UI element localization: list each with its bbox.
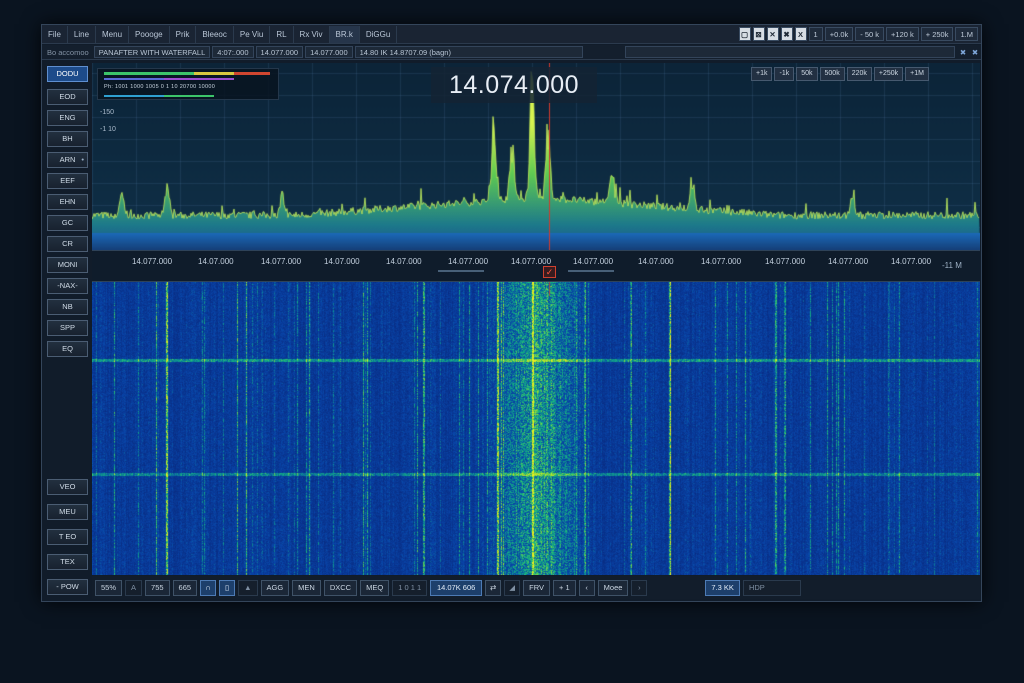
span-50k[interactable]: 50k xyxy=(796,67,818,81)
menu-bar: File Line Menu Poooge Prik Bleeoc Pe Viu… xyxy=(42,25,981,44)
menu-rl[interactable]: RL xyxy=(270,25,294,43)
rate-readout[interactable]: 7.3 KK xyxy=(705,579,740,596)
freq-field-b[interactable]: 14.077.000 xyxy=(255,46,304,58)
sidebar-button-nax[interactable]: -NAX- xyxy=(47,278,88,294)
sidebar-button-label: ARN xyxy=(59,155,76,164)
step-button-120k[interactable]: +120 k xyxy=(886,27,919,41)
menu-rx-viv[interactable]: Rx Viv xyxy=(294,25,330,43)
mode-select[interactable]: Moee xyxy=(597,579,629,596)
display-icon[interactable]: ▯ xyxy=(219,579,236,596)
dot-icon: • xyxy=(81,155,84,164)
span-220k[interactable]: 220k xyxy=(846,67,872,81)
step-button-1m[interactable]: 1.M xyxy=(955,27,978,41)
tuning-marker-icon[interactable]: ✓ xyxy=(543,266,556,278)
sidebar-button-teo[interactable]: T EO xyxy=(47,529,88,545)
menu-prik[interactable]: Prik xyxy=(170,25,197,43)
dxcc-button[interactable]: DXCC xyxy=(323,579,358,596)
freq-field-a[interactable]: 4:07:.000 xyxy=(212,46,254,58)
sidebar-button-arn[interactable]: ARN • xyxy=(47,152,88,168)
db-label-second: -1 10 xyxy=(100,126,116,133)
toolbar-empty-field[interactable] xyxy=(625,46,955,58)
sidebar-button-gc[interactable]: GC xyxy=(47,215,88,231)
cross-icon[interactable]: ✕ xyxy=(766,27,779,41)
agc-button[interactable]: AGG xyxy=(260,579,290,596)
meq-button[interactable]: MEQ xyxy=(360,579,390,596)
toolbar: Bo accomoo PANAFTER WITH WATERFALL 4:07:… xyxy=(42,45,981,60)
x-icon[interactable]: X xyxy=(794,27,807,41)
step-button-50k[interactable]: - 50 k xyxy=(855,27,885,41)
menubar-right-group: ▢ ⊠ ✕ ✖ X 1 +0.0k - 50 k +120 k + 250k 1… xyxy=(738,27,981,41)
sidebar-button-eef[interactable]: EEF xyxy=(47,173,88,189)
view-name-field[interactable]: PANAFTER WITH WATERFALL xyxy=(93,46,211,58)
menu-pe-viu[interactable]: Pe Viu xyxy=(234,25,271,43)
app-window: File Line Menu Poooge Prik Bleeoc Pe Viu… xyxy=(41,24,982,602)
men-button[interactable]: MEN xyxy=(292,579,321,596)
span-plus-1m[interactable]: +1M xyxy=(905,67,929,81)
step-button-0[interactable]: +0.0k xyxy=(824,27,854,41)
menu-bleeoc[interactable]: Bleeoc xyxy=(196,25,234,43)
bottom-toolbar: 55% A 755 665 ∩ ▯ ▲ AGG MEN DXCC MEQ 1 0… xyxy=(92,576,980,599)
mode-a-button[interactable]: A xyxy=(125,579,143,596)
swap-icon[interactable]: ⇄ xyxy=(485,579,502,596)
toolbar-label: Bo accomoo xyxy=(47,47,89,57)
passband-indicator xyxy=(438,270,614,272)
freq-range-field[interactable]: 14.80 IK 14.8707.09 (bagn) xyxy=(354,46,583,58)
value-field-755[interactable]: 755 xyxy=(145,579,170,596)
signal-icon[interactable]: ◢ xyxy=(504,579,521,596)
headphone-icon[interactable]: ∩ xyxy=(200,579,217,596)
volume-percent[interactable]: 55% xyxy=(95,579,123,596)
hdp-field[interactable]: HDP xyxy=(742,579,801,596)
frv-button[interactable]: FRV xyxy=(523,579,551,596)
plus-one-button[interactable]: + 1 xyxy=(553,579,576,596)
frequency-readout[interactable]: 14.07K 606 xyxy=(430,579,483,596)
sidebar-button-veo[interactable]: VEO xyxy=(47,479,88,495)
menu-diggu[interactable]: DiGGu xyxy=(360,25,398,43)
sidebar-button-moni[interactable]: MONI xyxy=(47,257,88,273)
menu-poooge[interactable]: Poooge xyxy=(129,25,170,43)
sidebar-button-dodu[interactable]: DODU xyxy=(47,66,88,82)
span-buttons: +1k -1k 50k 500k 220k +250k +1M xyxy=(751,67,929,81)
sidebar: DODU EOD ENG BH ARN • EEF EHN GC CR MONI … xyxy=(45,63,92,599)
step-readout[interactable]: 1 0 1 1 xyxy=(392,579,428,596)
frequency-scale[interactable]: 14.077.000 14.07.000 14.077.000 14.07.00… xyxy=(92,250,980,282)
sidebar-button-eq[interactable]: EQ xyxy=(47,341,88,357)
display-area: Ph: 1001 1000 1005 0 1 10 20700 10000 -1… xyxy=(92,63,980,575)
value-field-665[interactable]: 665 xyxy=(172,579,198,596)
vfo-frequency-display[interactable]: 14.074.000 xyxy=(431,67,597,103)
sidebar-button-cr[interactable]: CR xyxy=(47,236,88,252)
menu-brk[interactable]: BR.k xyxy=(329,25,360,43)
freq-field-c[interactable]: 14.077.000 xyxy=(305,46,353,58)
tune-icon[interactable]: ⊠ xyxy=(752,27,765,41)
menu-file[interactable]: File xyxy=(42,25,68,43)
step-button-250k[interactable]: + 250k xyxy=(920,27,954,41)
close-alt-icon[interactable]: ✖ xyxy=(969,48,981,57)
sidebar-button-eng[interactable]: ENG xyxy=(47,110,88,126)
span-plus-1k[interactable]: +1k xyxy=(751,67,773,81)
chevron-left-icon[interactable]: ‹ xyxy=(578,579,595,596)
number-field[interactable]: 1 xyxy=(808,27,823,41)
waterfall-display[interactable] xyxy=(92,282,980,575)
sidebar-button-nb[interactable]: NB xyxy=(47,299,88,315)
sidebar-button-meu[interactable]: MEU xyxy=(47,504,88,520)
cross-alt-icon[interactable]: ✖ xyxy=(780,27,793,41)
sidebar-button-ehn[interactable]: EHN xyxy=(47,194,88,210)
sidebar-button-tex[interactable]: TEX xyxy=(47,554,88,570)
close-icon[interactable]: ✖ xyxy=(957,48,969,57)
sidebar-button-bh[interactable]: BH xyxy=(47,131,88,147)
span-minus-1k[interactable]: -1k xyxy=(774,67,795,81)
span-500k[interactable]: 500k xyxy=(819,67,845,81)
square-icon[interactable]: ▢ xyxy=(738,27,751,41)
sidebar-button-spp[interactable]: SPP xyxy=(47,320,88,336)
sidebar-button-pow[interactable]: - POW xyxy=(47,579,88,595)
filter-shape-icon[interactable]: ▲ xyxy=(238,579,258,596)
span-plus-250k[interactable]: +250k xyxy=(873,67,904,81)
legend-text: Ph: 1001 1000 1005 0 1 10 20700 10000 xyxy=(104,84,216,90)
menu-line[interactable]: Line xyxy=(68,25,97,43)
sidebar-button-eod[interactable]: EOD xyxy=(47,89,88,105)
menu-menu[interactable]: Menu xyxy=(96,25,130,43)
db-label-top: -150 xyxy=(100,109,115,116)
level-legend: Ph: 1001 1000 1005 0 1 10 20700 10000 xyxy=(97,68,279,100)
chevron-right-icon[interactable]: › xyxy=(631,579,648,596)
